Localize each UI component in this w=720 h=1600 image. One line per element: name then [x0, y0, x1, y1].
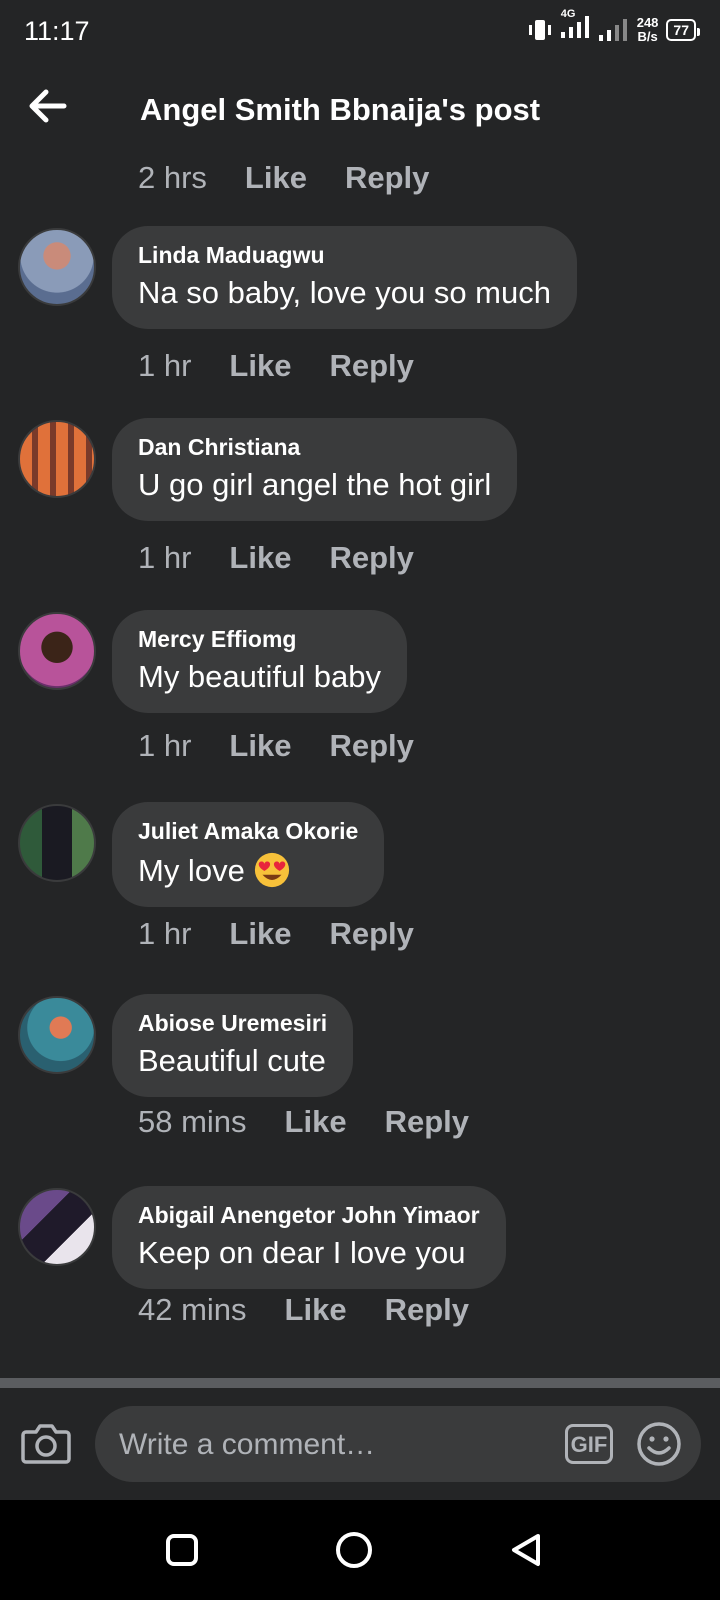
comment-time: 1 hr — [138, 540, 192, 575]
comment-author[interactable]: Mercy Effiomg — [138, 626, 381, 653]
comment-item: Abigail Anengetor John Yimaor Keep on de… — [0, 1186, 720, 1296]
signal-icon-2 — [598, 18, 627, 41]
comment-time: 1 hr — [138, 348, 192, 383]
page-title: Angel Smith Bbnaija's post — [140, 92, 541, 127]
comment-text: My beautiful baby — [138, 659, 381, 694]
comment-time: 2 hrs — [138, 160, 207, 195]
comment-text: Beautiful cute — [138, 1043, 326, 1078]
comment-bubble[interactable]: Dan Christiana U go girl angel the hot g… — [112, 418, 518, 521]
comment-meta: 1 hr Like Reply — [138, 540, 414, 576]
comment-item: Juliet Amaka Okorie My love — [0, 802, 720, 912]
like-button[interactable]: Like — [285, 1104, 347, 1140]
comment-author[interactable]: Dan Christiana — [138, 434, 491, 461]
like-button[interactable]: Like — [229, 540, 291, 576]
status-icons: 4G 248 B/s 77 — [527, 8, 700, 45]
comment-item: Mercy Effiomg My beautiful baby — [0, 610, 720, 720]
reply-button[interactable]: Reply — [329, 540, 413, 576]
heart-eyes-emoji-icon — [255, 852, 290, 888]
camera-icon[interactable] — [20, 1418, 72, 1466]
avatar[interactable] — [18, 1188, 96, 1266]
comment-bubble[interactable]: Linda Maduagwu Na so baby, love you so m… — [112, 226, 577, 329]
reply-button[interactable]: Reply — [385, 1292, 469, 1328]
battery-indicator: 77 — [666, 18, 700, 41]
comment-time: 58 mins — [138, 1104, 247, 1139]
comment-meta: 42 mins Like Reply — [138, 1292, 469, 1328]
comment-item: Linda Maduagwu Na so baby, love you so m… — [0, 226, 720, 336]
like-button[interactable]: Like — [229, 916, 291, 952]
like-button[interactable]: Like — [285, 1292, 347, 1328]
comment-text: U go girl angel the hot girl — [138, 467, 492, 502]
avatar[interactable] — [18, 612, 96, 690]
comment-bubble[interactable]: Juliet Amaka Okorie My love — [112, 802, 385, 907]
comment-author[interactable]: Linda Maduagwu — [138, 242, 551, 269]
network-type: 4G — [560, 8, 591, 45]
like-button[interactable]: Like — [229, 348, 291, 384]
vibrate-icon — [528, 19, 551, 40]
comment-text: Na so baby, love you so much — [138, 275, 551, 310]
comment-bubble[interactable]: Abigail Anengetor John Yimaor Keep on de… — [112, 1186, 506, 1289]
reply-button[interactable]: Reply — [345, 160, 429, 196]
system-nav-bar — [0, 1500, 720, 1600]
comment-input[interactable] — [117, 1406, 541, 1484]
reply-button[interactable]: Reply — [385, 1104, 469, 1140]
back-triangle-icon[interactable] — [506, 1530, 546, 1570]
recents-square-icon[interactable] — [162, 1530, 202, 1570]
comment-author[interactable]: Abigail Anengetor John Yimaor — [138, 1202, 480, 1229]
comment-meta: 1 hr Like Reply — [138, 728, 414, 764]
comment-meta: 1 hr Like Reply — [138, 348, 414, 384]
status-time: 11:17 — [24, 16, 90, 46]
avatar[interactable] — [18, 804, 96, 882]
gif-button[interactable]: GIF — [565, 1424, 613, 1464]
comment-bubble[interactable]: Mercy Effiomg My beautiful baby — [112, 610, 407, 713]
avatar[interactable] — [18, 228, 96, 306]
network-speed: 248 B/s — [636, 14, 659, 44]
comment-text: Keep on dear I love you — [138, 1235, 466, 1270]
post-header: Angel Smith Bbnaija's post — [0, 70, 720, 150]
home-circle-icon[interactable] — [334, 1530, 374, 1570]
comment-meta: 58 mins Like Reply — [138, 1104, 469, 1140]
comment-author[interactable]: Juliet Amaka Okorie — [138, 818, 358, 845]
emoji-smile-icon[interactable] — [635, 1420, 683, 1468]
composer-divider — [0, 1378, 720, 1388]
comment-author[interactable]: Abiose Uremesiri — [138, 1010, 327, 1037]
reply-button[interactable]: Reply — [329, 348, 413, 384]
comment-time: 1 hr — [138, 916, 192, 951]
comment-bubble[interactable]: Abiose Uremesiri Beautiful cute — [112, 994, 354, 1097]
comment-text: My love — [138, 852, 291, 888]
like-button[interactable]: Like — [229, 728, 291, 764]
comment-meta: 2 hrs Like Reply — [138, 160, 429, 196]
comment-time: 1 hr — [138, 728, 192, 763]
avatar[interactable] — [18, 996, 96, 1074]
back-arrow-icon[interactable] — [26, 84, 70, 128]
like-button[interactable]: Like — [245, 160, 307, 196]
comment-input-box[interactable]: GIF — [95, 1406, 701, 1484]
comment-meta: 1 hr Like Reply — [138, 916, 414, 952]
comment-time: 42 mins — [138, 1292, 247, 1327]
avatar[interactable] — [18, 420, 96, 498]
status-bar: 11:17 4G 248 B/s 77 — [0, 0, 720, 64]
comment-item: Dan Christiana U go girl angel the hot g… — [0, 418, 720, 528]
reply-button[interactable]: Reply — [329, 728, 413, 764]
reply-button[interactable]: Reply — [329, 916, 413, 952]
comment-item: Abiose Uremesiri Beautiful cute — [0, 994, 720, 1104]
comment-composer: GIF — [0, 1388, 720, 1500]
